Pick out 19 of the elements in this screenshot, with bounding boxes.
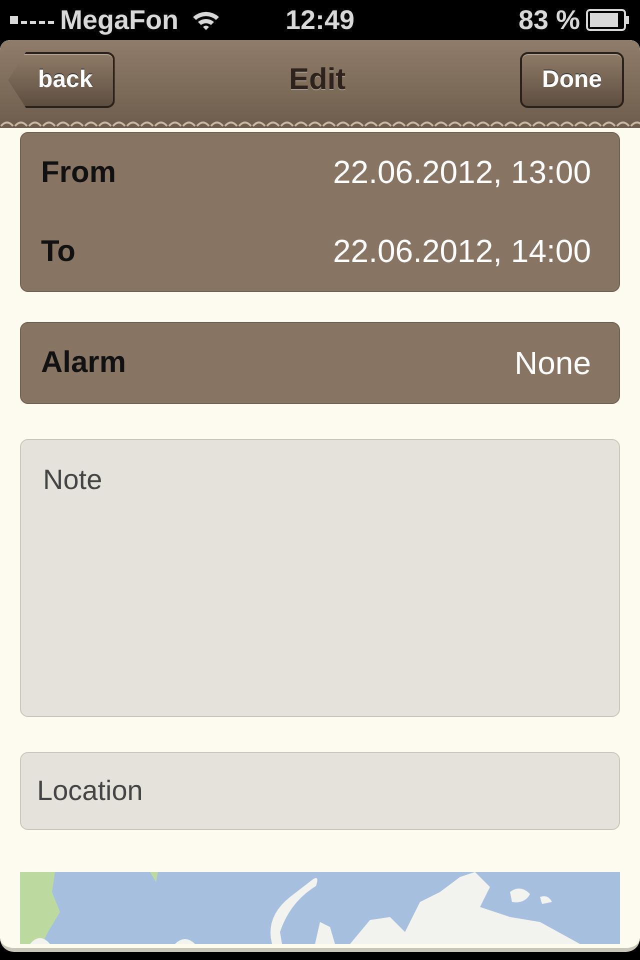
carrier-name: MegaFon xyxy=(60,4,178,36)
note-field[interactable]: Note xyxy=(20,439,620,717)
date-row[interactable]: To 22.06.2012, 14:00 xyxy=(21,212,619,291)
clock-time: 12:49 xyxy=(285,4,355,34)
signal-icon xyxy=(10,16,54,24)
row-label: From xyxy=(41,156,116,190)
location-field[interactable]: Location xyxy=(20,752,620,830)
row-label: Alarm xyxy=(41,346,126,380)
row-label: To xyxy=(41,234,76,268)
done-button[interactable]: Done xyxy=(520,52,624,108)
row-value: None xyxy=(514,344,591,382)
screen-title: Edit xyxy=(289,63,346,97)
date-row[interactable]: From 22.06.2012, 13:00 xyxy=(21,133,619,212)
alarm-row[interactable]: Alarm None xyxy=(20,322,620,404)
back-button[interactable]: back xyxy=(8,52,115,108)
row-value: 22.06.2012, 13:00 xyxy=(332,154,591,191)
row-value: 22.06.2012, 14:00 xyxy=(332,233,591,270)
battery-percentage: 83 % xyxy=(518,4,580,36)
battery-icon xyxy=(586,9,630,31)
